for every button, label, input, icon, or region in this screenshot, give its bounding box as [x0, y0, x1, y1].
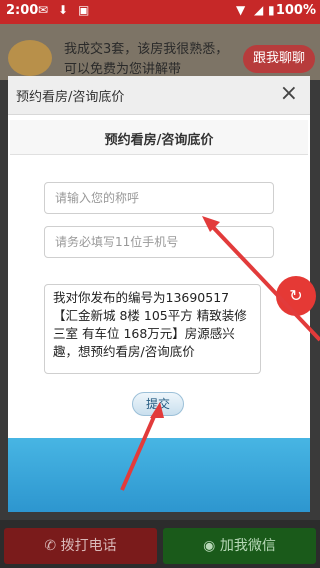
- arrow-head-submit: [150, 402, 164, 418]
- arrow-to-submit: [120, 411, 158, 491]
- annotation-arrows: [120, 216, 320, 491]
- arrow-to-name-input: [208, 222, 320, 342]
